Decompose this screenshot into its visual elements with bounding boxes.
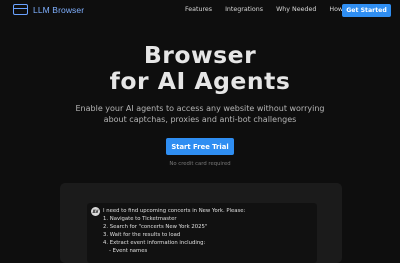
hero-title: Browser for AI Agents xyxy=(0,42,400,94)
browser-window-icon xyxy=(13,4,28,15)
top-navbar: LLM Browser Features Integrations Why Ne… xyxy=(0,0,400,21)
chat-message: I need to find upcoming concerts in New … xyxy=(103,208,313,255)
nav-link-integrations[interactable]: Integrations xyxy=(225,6,263,13)
hero-title-line-1: Browser xyxy=(143,41,257,69)
start-free-trial-button[interactable]: Start Free Trial xyxy=(166,138,234,155)
message-line: - Event names xyxy=(109,247,148,254)
hero-title-line-2: for AI Agents xyxy=(109,67,291,95)
get-started-button[interactable]: Get Started xyxy=(342,4,391,17)
message-line: 3. Wait for the results to load xyxy=(103,231,181,238)
message-line: 1. Navigate to Ticketmaster xyxy=(103,215,177,222)
no-credit-card-note: No credit card required xyxy=(169,161,231,167)
message-line: 2. Search for "concerts New York 2025" xyxy=(103,223,208,230)
nav-link-why-needed[interactable]: Why Needed xyxy=(276,6,316,13)
user-avatar: AV xyxy=(91,207,100,216)
message-line: 4. Extract event information including: xyxy=(103,239,206,246)
logo[interactable]: LLM Browser xyxy=(13,4,84,15)
nav-link-features[interactable]: Features xyxy=(185,6,212,13)
message-line: I need to find upcoming concerts in New … xyxy=(103,208,246,214)
logo-text: LLM Browser xyxy=(33,4,85,15)
hero-subtitle: Enable your AI agents to access any webs… xyxy=(75,104,325,124)
